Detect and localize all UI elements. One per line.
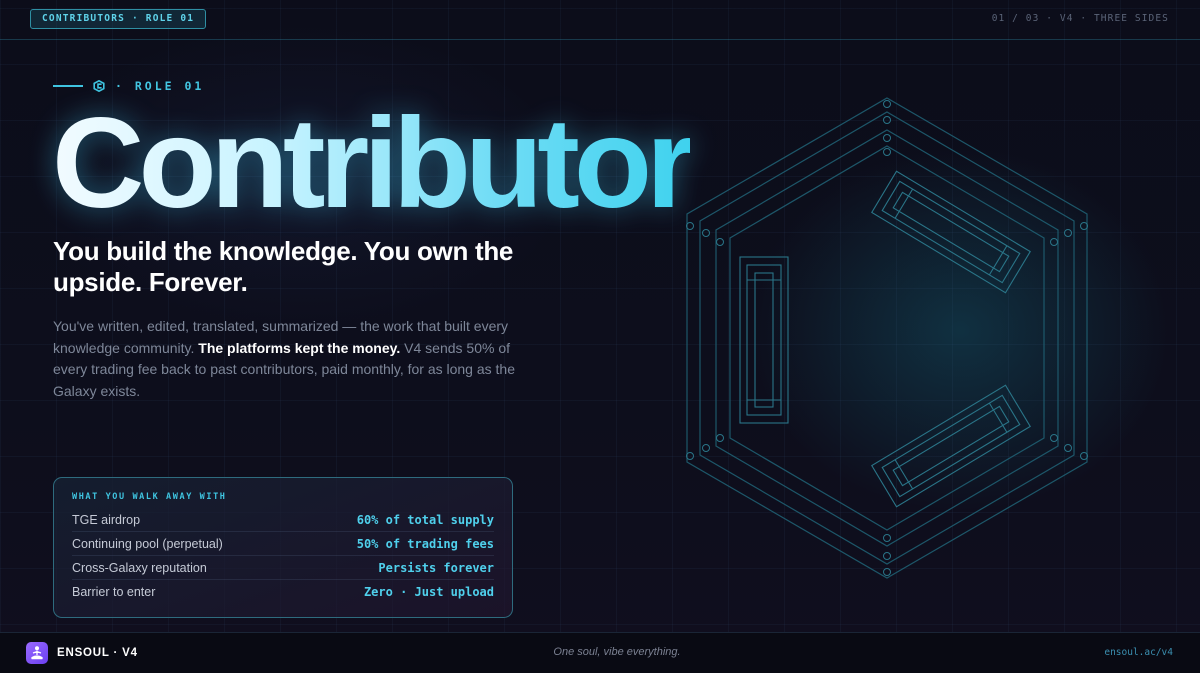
- section-badge: CONTRIBUTORS · ROLE 01: [30, 9, 207, 29]
- footer: ENSOUL · V4 One soul, vibe everything. e…: [0, 632, 1200, 673]
- description: You've written, edited, translated, summ…: [53, 316, 543, 402]
- eyebrow-line: [53, 85, 83, 87]
- description-emphasis: The platforms kept the money.: [198, 339, 401, 356]
- hexagon-logo-icon: [686, 97, 1088, 579]
- benefit-row: Cross-Galaxy reputation Persists forever: [72, 556, 494, 580]
- slide-counter: 01 / 03 · V4 · THREE SIDES: [991, 13, 1169, 24]
- benefit-row: Continuing pool (perpetual) 50% of tradi…: [72, 532, 494, 556]
- role-eyebrow: · ROLE 01: [53, 79, 204, 93]
- benefit-row: TGE airdrop 60% of total supply: [72, 508, 494, 532]
- tagline: One soul, vibe everything.: [553, 646, 681, 658]
- benefit-value: 50% of trading fees: [356, 536, 494, 551]
- page-title: Contributor: [52, 92, 696, 235]
- benefit-label: Continuing pool (perpetual): [72, 536, 223, 551]
- slide: CONTRIBUTORS · ROLE 01 01 / 03 · V4 · TH…: [0, 0, 1200, 673]
- eyebrow-label: · ROLE 01: [115, 79, 205, 93]
- benefit-row: Barrier to enter Zero · Just upload: [72, 580, 494, 603]
- top-bar: CONTRIBUTORS · ROLE 01 01 / 03 · V4 · TH…: [0, 0, 1200, 40]
- benefit-label: Cross-Galaxy reputation: [72, 560, 207, 575]
- site-link[interactable]: ensoul.ac/v4: [1104, 647, 1173, 658]
- benefit-value: Persists forever: [378, 560, 494, 575]
- benefit-label: Barrier to enter: [72, 584, 156, 599]
- benefit-label: TGE airdrop: [72, 512, 141, 527]
- benefits-card: WHAT YOU WALK AWAY WITH TGE airdrop 60% …: [53, 477, 513, 618]
- benefits-heading: WHAT YOU WALK AWAY WITH: [72, 492, 227, 502]
- benefit-value: Zero · Just upload: [363, 584, 494, 599]
- page-subtitle: You build the knowledge. You own the ups…: [53, 236, 514, 297]
- benefit-value: 60% of total supply: [356, 512, 494, 527]
- hexagon-logo-icon: [93, 80, 105, 92]
